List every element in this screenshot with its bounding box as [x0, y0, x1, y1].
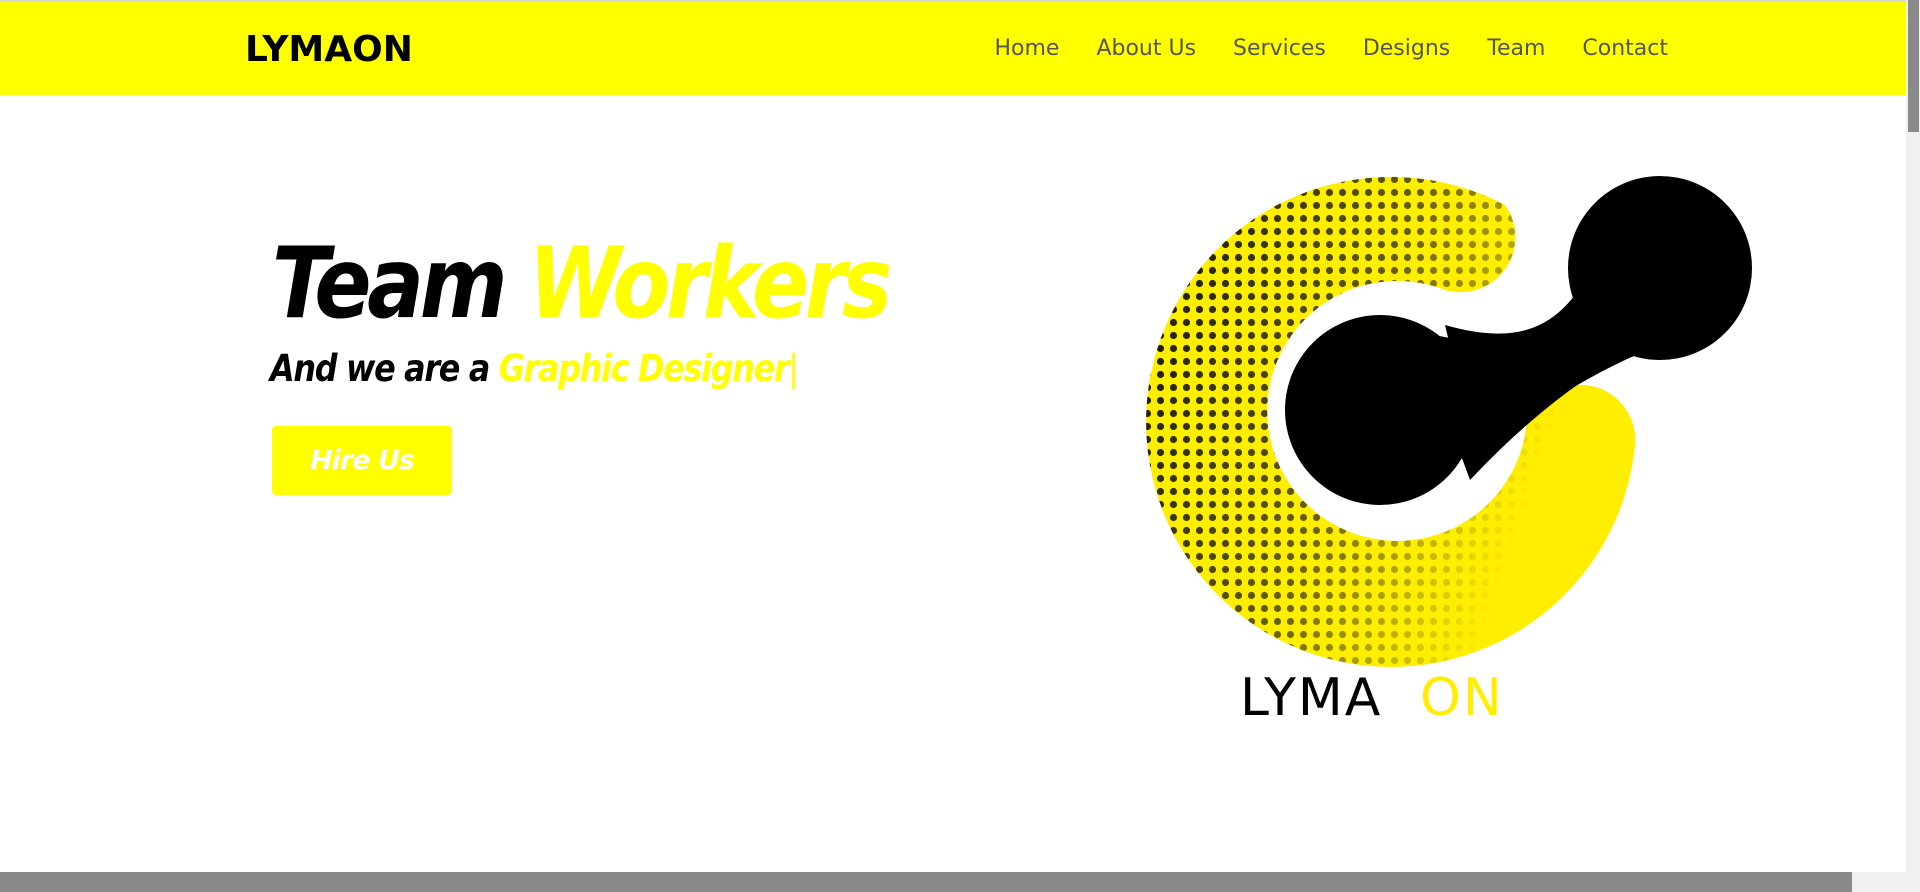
nav-link-about-us[interactable]: About Us: [1096, 2, 1196, 95]
hero-title-word-2: Workers: [528, 227, 892, 341]
vertical-scrollbar-thumb[interactable]: [1908, 0, 1919, 132]
nav-link-services[interactable]: Services: [1233, 2, 1326, 95]
typing-cursor: |: [788, 347, 799, 390]
logo-wordmark-part-2: ON: [1420, 668, 1504, 728]
hero-title-word-1: Team: [272, 227, 508, 341]
hero-subtitle-lead: And we are a: [270, 347, 490, 390]
hero-subtitle-typed: Graphic Designer: [498, 347, 790, 390]
main-nav: Home About Us Services Designs Team Cont…: [957, 2, 1668, 95]
hero-subtitle: And we are a Graphic Designer|: [270, 344, 799, 394]
nav-link-team[interactable]: Team: [1487, 2, 1545, 95]
scrollbar-corner: [1852, 872, 1906, 892]
hire-us-button[interactable]: Hire Us: [272, 426, 452, 495]
brand-logo-text[interactable]: LYMAON: [245, 28, 413, 72]
hero-title: Team Workers: [272, 227, 892, 341]
navbar: LYMAON Home About Us Services Designs Te…: [0, 2, 1906, 95]
lymaon-logo-icon: LYMA ON: [1146, 176, 1752, 728]
vertical-scrollbar[interactable]: [1906, 0, 1920, 892]
horizontal-scrollbar-thumb[interactable]: [0, 872, 1852, 892]
lymaon-logo-graphic: LYMA ON: [1115, 160, 1765, 730]
nav-link-designs[interactable]: Designs: [1363, 2, 1450, 95]
nav-link-contact[interactable]: Contact: [1582, 2, 1668, 95]
logo-wordmark-part-1: LYMA: [1240, 668, 1382, 728]
nav-link-home[interactable]: Home: [994, 2, 1059, 95]
